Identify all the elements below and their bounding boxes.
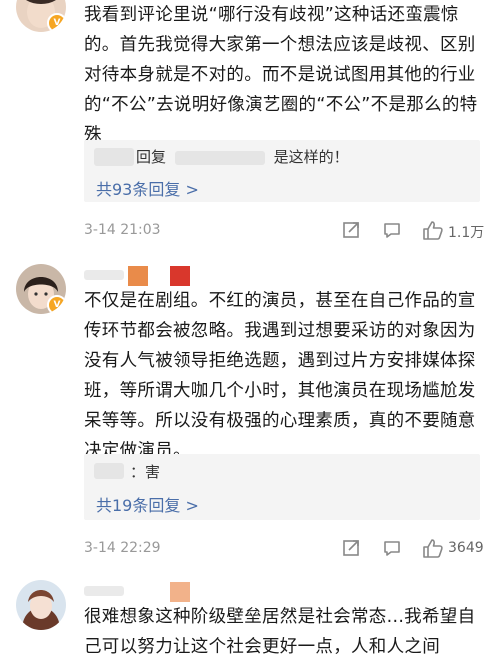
comment-time: 3-14 21:03: [84, 222, 161, 238]
comment-text: 很难想象这种阶级壁垒居然是社会常态...我希望自己可以努力让这个社会更好一点，人…: [84, 607, 476, 657]
reply-preview-box[interactable]: ：害 共19条回复 >: [84, 454, 480, 520]
view-replies-link[interactable]: 共93条回复 >: [96, 176, 199, 200]
view-replies-link[interactable]: 共19条回复 >: [96, 492, 199, 516]
comment-text: 我看到评论里说“哪行没有歧视”这种话还蛮震惊的。首先我觉得大家第一个想法应该是歧…: [84, 5, 478, 145]
reply-preview-box[interactable]: 回复 是这样的！ 共93条回复 >: [84, 140, 480, 202]
avatar[interactable]: [16, 580, 66, 630]
username-redacted[interactable]: [84, 266, 194, 286]
reply-preview-text: 回复 是这样的！: [136, 148, 349, 166]
verified-badge-icon: V: [47, 13, 66, 32]
verified-badge-icon: V: [47, 295, 66, 314]
username-redacted[interactable]: [84, 582, 194, 602]
comment-meta: 3-14 22:29 3649: [84, 538, 488, 562]
share-icon[interactable]: [342, 538, 362, 562]
share-icon[interactable]: [342, 220, 362, 244]
comment-text: 不仅是在剧组。不红的演员，甚至在自己作品的宣传环节都会被忽略。我遇到过想要采访的…: [84, 291, 476, 461]
thumbs-up-icon[interactable]: [422, 220, 444, 244]
thumbs-up-icon[interactable]: [422, 538, 444, 562]
comment-time: 3-14 22:29: [84, 540, 161, 556]
reply-preview-text: ：害: [130, 463, 161, 481]
like-count: 3649: [448, 540, 484, 556]
comment-icon[interactable]: [382, 220, 402, 244]
avatar[interactable]: V: [16, 0, 66, 32]
like-count: 1.1万: [448, 225, 485, 241]
comment-meta: 3-14 21:03 1.1万: [84, 220, 488, 244]
avatar[interactable]: V: [16, 264, 66, 314]
comment-icon[interactable]: [382, 538, 402, 562]
